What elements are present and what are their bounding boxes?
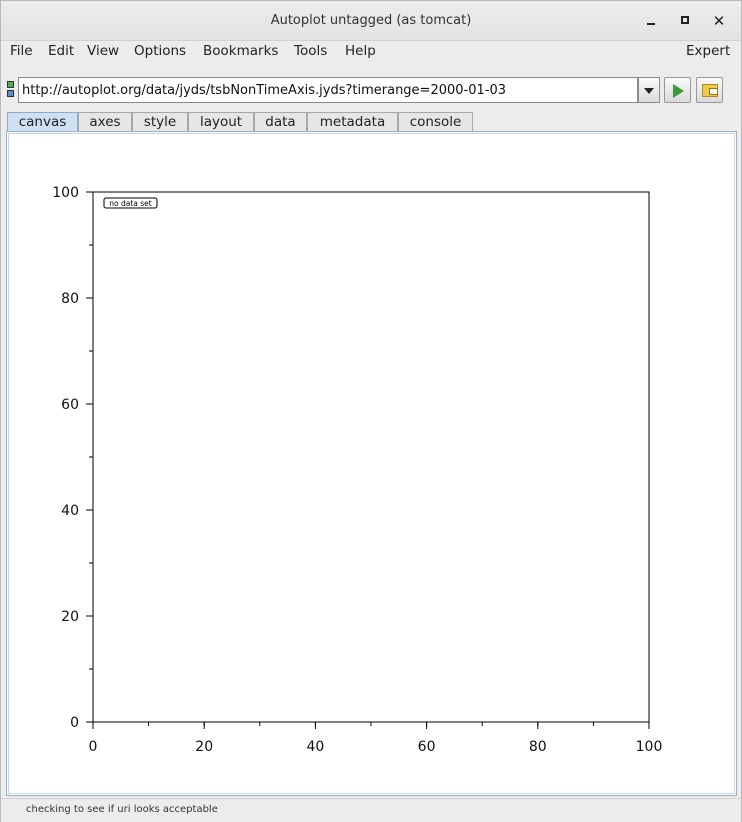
uri-history-dropdown[interactable] [638, 77, 660, 103]
y-tick-label: 80 [61, 291, 79, 307]
window-title: Autoplot untagged (as tomcat) [270, 13, 472, 28]
y-tick-label: 60 [61, 397, 79, 413]
x-tick-label: 0 [89, 739, 98, 755]
plot-frame [92, 191, 650, 723]
tab-metadata[interactable]: metadata [307, 112, 398, 132]
x-tick-label: 40 [306, 739, 324, 755]
title-bar[interactable]: Autoplot untagged (as tomcat) ✕ [1, 1, 741, 41]
y-tick-label: 20 [61, 609, 79, 625]
expert-mode-toggle[interactable]: Expert [686, 43, 730, 59]
play-icon [673, 84, 684, 98]
app-window: Autoplot untagged (as tomcat) ✕ File Edi… [0, 0, 742, 822]
maximize-button[interactable] [675, 11, 695, 31]
folder-icon [702, 84, 718, 97]
browse-file-button[interactable] [696, 77, 723, 103]
menu-bar: File Edit View Options Bookmarks Tools H… [1, 41, 741, 63]
tab-data[interactable]: data [254, 112, 307, 132]
menu-tools[interactable]: Tools [294, 43, 327, 59]
uri-status-indicator [7, 81, 14, 99]
menu-edit[interactable]: Edit [48, 43, 74, 59]
minimize-button[interactable] [641, 11, 661, 31]
minimize-icon [647, 23, 655, 25]
y-tick-label: 0 [70, 715, 79, 731]
status-bar: checking to see if uri looks acceptable [1, 798, 741, 822]
tab-style[interactable]: style [132, 112, 188, 132]
y-tick-label: 40 [61, 503, 79, 519]
status-dot-blue-icon [7, 90, 14, 97]
plot-svg[interactable]: 0 20 40 60 80 100 0 20 40 60 80 100 no data set [9, 134, 736, 795]
x-tick-label: 100 [636, 739, 663, 755]
x-tick-label: 60 [418, 739, 436, 755]
plot-canvas[interactable]: 0 20 40 60 80 100 0 20 40 60 80 100 no data set [8, 133, 735, 794]
close-button[interactable]: ✕ [709, 11, 729, 31]
menu-view[interactable]: View [87, 43, 119, 59]
menu-file[interactable]: File [10, 43, 33, 59]
menu-help[interactable]: Help [345, 43, 376, 59]
tab-axes[interactable]: axes [78, 112, 132, 132]
tab-canvas[interactable]: canvas [7, 112, 78, 132]
x-tick-label: 80 [529, 739, 547, 755]
maximize-icon [681, 16, 689, 24]
menu-options[interactable]: Options [134, 43, 186, 59]
status-message: checking to see if uri looks acceptable [26, 804, 218, 815]
tab-console[interactable]: console [398, 112, 473, 132]
status-dot-green-icon [7, 81, 14, 88]
close-icon: ✕ [712, 12, 726, 30]
canvas-panel: 0 20 40 60 80 100 0 20 40 60 80 100 no data set [6, 131, 737, 796]
chevron-down-icon [644, 88, 654, 94]
tab-layout[interactable]: layout [188, 112, 254, 132]
menu-bookmarks[interactable]: Bookmarks [203, 43, 278, 59]
plot-go-button[interactable] [664, 77, 691, 103]
y-tick-label: 100 [52, 185, 79, 201]
x-tick-label: 20 [195, 739, 213, 755]
data-uri-input[interactable]: http://autoplot.org/data/jyds/tsbNonTime… [18, 77, 638, 103]
no-data-message: no data set [109, 199, 152, 208]
